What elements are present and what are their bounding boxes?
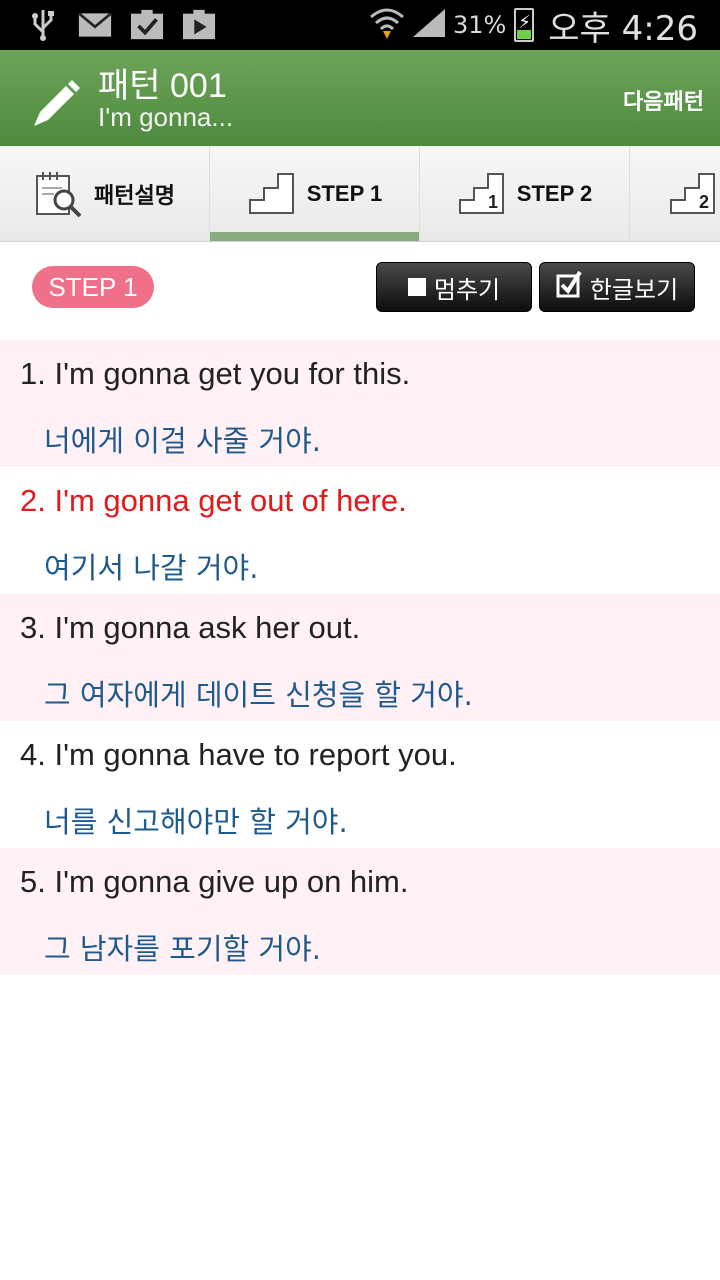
wifi-icon: [369, 7, 405, 43]
korean-translation: 그 남자를 포기할 거야.: [44, 932, 321, 966]
status-bar: 31% ⚡ 오후 4:26: [0, 0, 720, 50]
english-sentence: 2. I'm gonna get out of here.: [20, 483, 407, 518]
english-sentence: 4. I'm gonna have to report you.: [20, 737, 457, 772]
tab-label: 패턴설명: [94, 183, 175, 208]
tab-step-2[interactable]: 1 STEP 2: [420, 146, 630, 241]
tab-step-1[interactable]: STEP 1: [210, 146, 420, 241]
checkbox-checked-icon: [556, 270, 582, 304]
battery-charging-icon: ⚡: [514, 8, 535, 42]
page-title: 패턴 001: [98, 67, 227, 105]
list-item[interactable]: 2. I'm gonna get out of here. 여기서 나갈 거야.: [0, 467, 720, 594]
play-store-icon: [182, 9, 216, 40]
tab-step-3[interactable]: 2: [630, 146, 720, 241]
korean-translation: 너에게 이걸 사줄 거야.: [44, 424, 321, 458]
korean-translation: 너를 신고해야만 할 거야.: [44, 805, 348, 839]
steps-2-icon: 2: [668, 170, 716, 218]
korean-translation: 여기서 나갈 거야.: [44, 551, 259, 585]
steps-1-icon: 1: [457, 170, 505, 218]
show-korean-toggle[interactable]: 한글보기: [539, 262, 695, 312]
list-item[interactable]: 1. I'm gonna get you for this. 너에게 이걸 사줄…: [0, 340, 720, 467]
sentence-list: 1. I'm gonna get you for this. 너에게 이걸 사줄…: [0, 340, 720, 975]
svg-text:2: 2: [699, 192, 709, 212]
app-header: 패턴 001 I'm gonna... 다음패턴: [0, 50, 720, 146]
steps-icon: [247, 170, 295, 218]
korean-translation: 그 여자에게 데이트 신청을 할 거야.: [44, 678, 473, 712]
show-korean-label: 한글보기: [589, 275, 679, 304]
tab-bar: 패턴설명 STEP 1 1 STEP 2 2: [0, 146, 720, 242]
calendar-search-icon: [34, 170, 82, 218]
english-sentence: 1. I'm gonna get you for this.: [20, 356, 411, 391]
svg-text:1: 1: [488, 192, 498, 212]
stop-icon: [407, 278, 426, 296]
signal-icon: [411, 7, 447, 43]
clock: 오후 4:26: [548, 8, 698, 49]
list-item[interactable]: 4. I'm gonna have to report you. 너를 신고해야…: [0, 721, 720, 848]
list-item[interactable]: 3. I'm gonna ask her out. 그 여자에게 데이트 신청을…: [0, 594, 720, 721]
tab-label: STEP 2: [516, 181, 593, 206]
tab-label: STEP 1: [306, 181, 383, 206]
usb-icon: [26, 10, 60, 41]
next-pattern-button[interactable]: 다음패턴: [623, 84, 704, 116]
mail-icon: [78, 10, 112, 40]
clipboard-check-icon: [130, 9, 164, 40]
tab-pattern-description[interactable]: 패턴설명: [0, 146, 210, 241]
pencil-icon: [30, 72, 86, 128]
english-sentence: 3. I'm gonna ask her out.: [20, 610, 361, 645]
list-item[interactable]: 5. I'm gonna give up on him. 그 남자를 포기할 거…: [0, 848, 720, 975]
stop-label: 멈추기: [433, 275, 501, 304]
battery-percent: 31%: [452, 11, 507, 39]
page-subtitle: I'm gonna...: [98, 102, 234, 132]
english-sentence: 5. I'm gonna give up on him.: [20, 864, 409, 899]
step-badge: STEP 1: [32, 266, 154, 308]
stop-button[interactable]: 멈추기: [376, 262, 532, 312]
